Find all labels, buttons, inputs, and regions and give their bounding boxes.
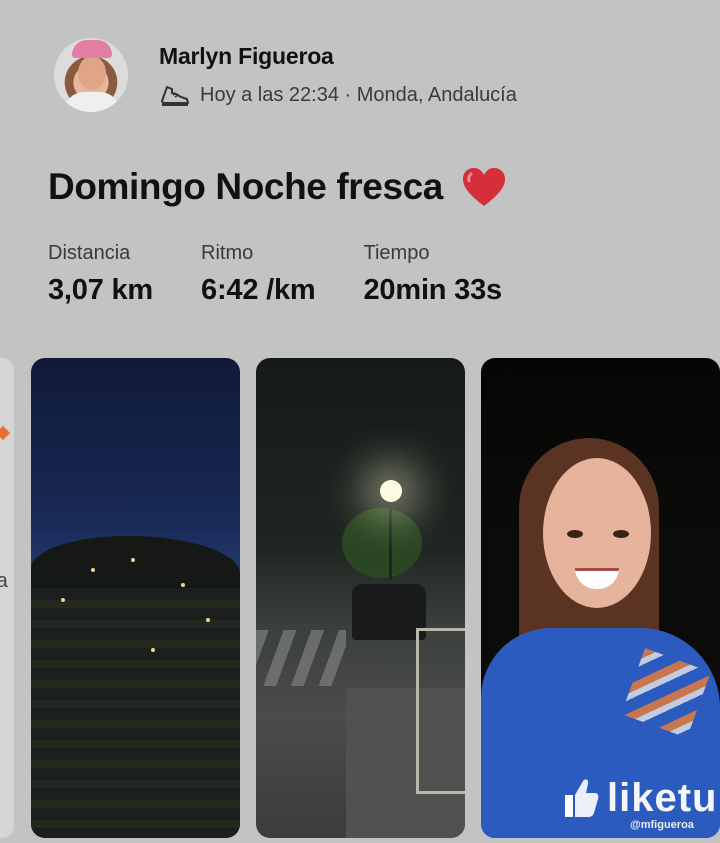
stat-time: Tiempo 20min 33s [363, 242, 503, 307]
town-light [131, 558, 135, 562]
activity-title-row: Domingo Noche fresca [48, 166, 507, 208]
running-shoe-icon [161, 86, 189, 106]
town-light [181, 583, 185, 587]
avatar-cap [72, 40, 112, 58]
stat-distance: Distancia 3,07 km [48, 242, 153, 307]
post-time-location: Hoy a las 22:34 · Monda, Andalucía [200, 83, 517, 106]
photo-night-street[interactable] [256, 358, 465, 838]
street-lamp [380, 480, 402, 502]
map-marker-icon [0, 425, 11, 441]
watermark-handle: @mfigueroa [630, 819, 694, 831]
avatar[interactable] [54, 38, 128, 112]
watermark: liketu [561, 775, 717, 821]
stat-value: 6:42 /km [201, 274, 316, 306]
lamp-post [389, 500, 392, 580]
activity-title[interactable]: Domingo Noche fresca [48, 166, 443, 208]
heart-icon [462, 168, 505, 206]
post-header: Marlyn Figueroa Hoy a las 22:34 · Monda,… [54, 38, 517, 112]
user-info: Marlyn Figueroa Hoy a las 22:34 · Monda,… [159, 43, 517, 109]
avatar-shirt [64, 92, 120, 112]
town-light [206, 618, 210, 622]
photo-night-town[interactable] [31, 358, 240, 838]
tree [342, 508, 422, 578]
map-label: ra [0, 570, 8, 592]
activity-stats: Distancia 3,07 km Ritmo 6:42 /km Tiempo … [48, 242, 550, 307]
stat-label: Tiempo [363, 242, 430, 264]
post-meta: Hoy a las 22:34 · Monda, Andalucía [159, 81, 517, 109]
stat-value: 20min 33s [363, 274, 503, 306]
selfie-eye [567, 530, 583, 538]
crosswalk [256, 630, 346, 686]
stat-pace: Ritmo 6:42 /km [201, 242, 316, 307]
town-light [151, 648, 155, 652]
author-name[interactable]: Marlyn Figueroa [159, 43, 517, 70]
selfie-eye [613, 530, 629, 538]
town-light [91, 568, 95, 572]
town-silhouette [31, 588, 240, 838]
railing [416, 628, 465, 794]
stat-label: Distancia [48, 242, 131, 264]
stat-value: 3,07 km [48, 274, 154, 306]
route-map-thumbnail[interactable]: ra [0, 358, 14, 838]
parked-car [352, 584, 426, 640]
photo-selfie[interactable] [481, 358, 720, 838]
watermark-brand: liketu [607, 775, 718, 820]
stat-label: Ritmo [201, 242, 254, 264]
town-light [61, 598, 65, 602]
avatar-face [78, 56, 106, 90]
liketu-logo-icon [565, 779, 599, 817]
